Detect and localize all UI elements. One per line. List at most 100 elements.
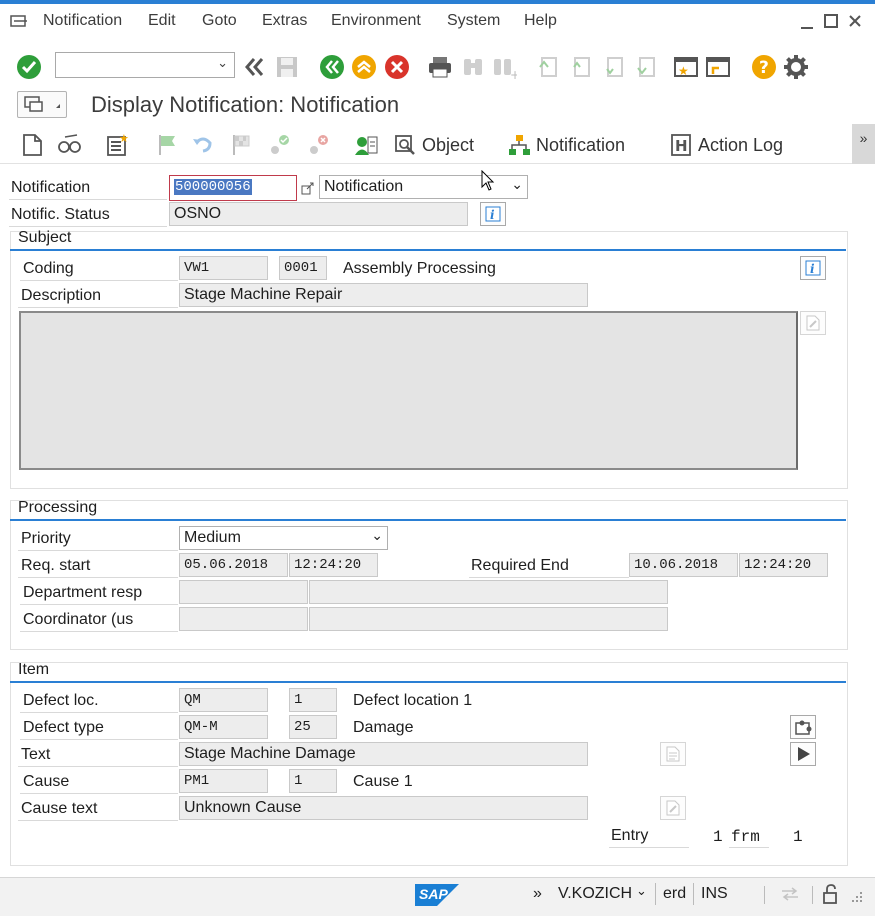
unlock-icon[interactable]: [821, 884, 839, 908]
generate-shortcut-icon[interactable]: [704, 53, 732, 81]
status-more-button[interactable]: »: [533, 885, 542, 903]
svg-text:H: H: [675, 137, 688, 155]
document-edit-icon: [666, 800, 680, 816]
document-edit-icon: [806, 315, 820, 331]
display-change-icon[interactable]: [56, 131, 84, 159]
coding-label: Coding: [23, 260, 74, 277]
undo-icon: [189, 131, 217, 159]
menu-help[interactable]: Help: [524, 12, 557, 30]
object-icon[interactable]: [391, 131, 419, 159]
cause-text-label: Cause text: [21, 800, 98, 817]
help-icon[interactable]: ?: [750, 53, 778, 81]
puzzle-icon: [795, 720, 812, 735]
chevron-down-icon[interactable]: ⌄: [636, 883, 647, 899]
defect-loc-group-field: QM: [179, 688, 268, 712]
menu-edit[interactable]: Edit: [148, 12, 176, 30]
defect-loc-label: Defect loc.: [23, 692, 99, 709]
chevron-down-icon: ⌄: [511, 176, 523, 192]
notification-button[interactable]: Notification: [536, 135, 625, 156]
app-menu-button[interactable]: [17, 91, 67, 118]
page-title: Display Notification: Notification: [91, 92, 400, 117]
menu-system[interactable]: System: [447, 12, 500, 30]
next-page-icon: [599, 53, 627, 81]
execute-button[interactable]: [790, 742, 816, 766]
chevron-down-icon[interactable]: ⌄: [217, 55, 228, 71]
status-divider: [655, 883, 656, 905]
status-info-button[interactable]: i: [480, 202, 506, 226]
exit-icon[interactable]: [350, 53, 378, 81]
cancel-icon[interactable]: [383, 53, 411, 81]
hierarchy-icon[interactable]: [505, 131, 533, 159]
req-start-label: Req. start: [21, 557, 91, 574]
print-icon[interactable]: [426, 53, 454, 81]
cause-group-field: PM1: [179, 769, 268, 793]
coordinator-code-field: [179, 607, 308, 631]
partner-icon[interactable]: [352, 131, 380, 159]
create-session-icon[interactable]: ★: [672, 53, 700, 81]
entry-value: 1: [713, 828, 723, 846]
user-name[interactable]: V.KOZICH: [558, 885, 632, 903]
frm-label: frm: [731, 828, 760, 846]
long-text-area[interactable]: [19, 311, 798, 470]
coding-code-field: 0001: [279, 256, 327, 280]
document-icon: [666, 746, 680, 762]
description-label: Description: [21, 287, 102, 304]
connection-icon: [780, 886, 800, 906]
item-heading: Item: [10, 661, 846, 683]
svg-text:?: ?: [759, 58, 769, 78]
new-document-icon[interactable]: [18, 131, 46, 159]
cause-code-field: 1: [289, 769, 337, 793]
processing-heading: Processing: [10, 499, 846, 521]
notification-type-select[interactable]: Notification ⌄: [319, 175, 528, 199]
maximize-icon[interactable]: [824, 14, 838, 32]
search-help-icon[interactable]: [300, 180, 316, 200]
entry-label: Entry: [611, 827, 649, 844]
last-page-icon: [631, 53, 659, 81]
input-mode[interactable]: INS: [701, 885, 728, 903]
action-log-icon[interactable]: H: [667, 131, 695, 159]
menu-notification[interactable]: Notification: [43, 12, 122, 30]
item-long-text-button: [660, 742, 686, 766]
info-icon: i: [805, 260, 821, 276]
mouse-cursor-icon: [481, 169, 495, 196]
find-icon: [459, 53, 487, 81]
edit-long-text-button: [800, 311, 826, 335]
cause-long-text-button: [660, 796, 686, 820]
svg-text:i: i: [810, 262, 815, 276]
close-icon[interactable]: [848, 14, 862, 32]
chevron-down-icon: ⌄: [371, 527, 383, 543]
priority-select[interactable]: Medium ⌄: [179, 526, 388, 550]
svg-text:★: ★: [119, 133, 129, 145]
cause-text: Cause 1: [353, 773, 413, 790]
command-field[interactable]: ⌄: [55, 52, 235, 78]
menu-extras[interactable]: Extras: [262, 12, 307, 30]
item-details-button[interactable]: [790, 715, 816, 739]
notification-number-input[interactable]: 500000056: [169, 175, 297, 201]
toolbar-more-button[interactable]: »: [852, 124, 875, 164]
svg-text:+: +: [510, 68, 517, 79]
object-button[interactable]: Object: [422, 135, 474, 156]
priority-label: Priority: [21, 530, 71, 547]
checkered-flag-icon: [227, 131, 255, 159]
minimize-icon[interactable]: [800, 16, 814, 34]
menu-toggle-icon[interactable]: [10, 14, 28, 32]
frm-value: 1: [793, 828, 803, 846]
subject-heading: Subject: [10, 229, 846, 251]
previous-page-icon: [566, 53, 594, 81]
resize-grip-icon[interactable]: [848, 888, 864, 908]
defect-loc-text: Defect location 1: [353, 692, 473, 709]
command-history-icon[interactable]: [240, 53, 268, 81]
gear-icon[interactable]: [782, 53, 810, 81]
enter-icon[interactable]: [15, 53, 43, 81]
menu-environment[interactable]: Environment: [331, 12, 421, 30]
req-start-time-field: 12:24:20: [289, 553, 378, 577]
task-list-icon[interactable]: ★: [104, 131, 132, 159]
svg-text:i: i: [490, 208, 495, 222]
defect-type-label: Defect type: [23, 719, 104, 736]
coding-info-button[interactable]: i: [800, 256, 826, 280]
back-icon[interactable]: [318, 53, 346, 81]
action-log-button[interactable]: Action Log: [698, 135, 783, 156]
menu-goto[interactable]: Goto: [202, 12, 237, 30]
info-icon: i: [485, 206, 501, 222]
menu-list-icon: [24, 96, 60, 118]
